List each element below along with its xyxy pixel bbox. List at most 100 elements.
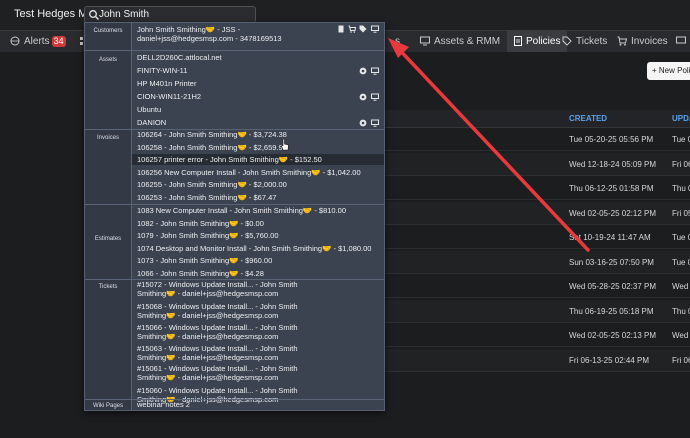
created-cell: Wed 05-28-25 02:37 PM [569, 282, 657, 291]
cart-icon [617, 36, 628, 46]
col-created[interactable]: CREATED [569, 114, 607, 123]
gear-icon[interactable] [359, 67, 367, 75]
nav-partial-label: s [395, 36, 400, 47]
document-icon [514, 36, 522, 46]
invoice-result[interactable]: 106257 printer error - John Smith Smithi… [137, 155, 322, 164]
mouse-cursor-icon [281, 139, 289, 151]
invoice-result[interactable]: 106253 - John Smith Smithing🤝 - $67.47 [137, 193, 276, 202]
ticket-result[interactable]: #15063 - Windows Update Install... - Joh… [137, 344, 327, 362]
search-box[interactable]: John Smith [84, 6, 256, 23]
gear-icon[interactable] [359, 119, 367, 127]
globe-icon [10, 36, 20, 46]
nav-partial-item[interactable]: s [395, 31, 400, 52]
nav-more-item[interactable] [676, 31, 690, 52]
created-cell: Thu 06-19-25 05:18 PM [569, 306, 654, 316]
policies-table-header: CREATED UPDA [380, 110, 690, 128]
nav-policies-label: Policies [526, 36, 561, 47]
asset-result[interactable]: FINITY-WIN-11 [137, 66, 187, 75]
nav-alerts[interactable]: Alerts 34 [10, 31, 66, 52]
ticket-result[interactable]: #15061 - Windows Update Install... - Joh… [137, 364, 327, 382]
invoice-result[interactable]: 106256 New Computer Install - John Smith… [137, 168, 361, 177]
monitor-icon[interactable] [371, 93, 379, 101]
invoice-result[interactable]: 106258 - John Smith Smithing🤝 - $2,659.9 [137, 143, 283, 152]
asset-result[interactable]: Ubuntu [137, 105, 161, 114]
new-policy-button[interactable]: + New Policy [647, 62, 690, 80]
table-row[interactable]: Tue 05-20-25 05:56 PM Tue 05 [380, 128, 690, 151]
monitor-icon [676, 36, 686, 44]
table-row[interactable]: Wed 02-05-25 02:12 PM Fri 05- [380, 201, 690, 225]
invoice-result[interactable]: 106264 - John Smith Smithing🤝 - $3,724.3… [137, 130, 287, 139]
monitor-icon [420, 36, 430, 46]
created-cell: Wed 02-05-25 02:12 PM [569, 208, 657, 218]
tag-icon[interactable] [359, 25, 367, 33]
estimate-result[interactable]: 1079 - John Smith Smithing🤝 - $5,760.00 [137, 231, 279, 240]
estimate-result[interactable]: 1074 Desktop and Monitor Install - John … [137, 244, 371, 253]
table-row[interactable]: Thu 06-19-25 05:18 PM Thu 06 [380, 299, 690, 323]
asset-result[interactable]: HP M401n Printer [137, 79, 196, 88]
created-cell: Sat 10-19-24 11:47 AM [569, 233, 651, 242]
wiki-page-result[interactable]: webinar notes 2 [137, 400, 190, 409]
table-row[interactable]: Wed 05-28-25 02:37 PM Wed 0 [380, 275, 690, 298]
monitor-icon[interactable] [371, 67, 379, 75]
nav-tickets[interactable]: Tickets [562, 31, 607, 52]
created-cell: Wed 12-18-24 05:09 PM [569, 159, 657, 169]
table-row[interactable]: Wed 02-05-25 02:13 PM Wed 0 [380, 324, 690, 347]
nav-alerts-label: Alerts [24, 36, 50, 47]
updated-cell: Tue 05 [672, 233, 690, 242]
gear-icon[interactable] [359, 93, 367, 101]
estimate-result[interactable]: 1073 - John Smith Smithing🤝 - $960.00 [137, 256, 272, 265]
updated-cell: Fri 05- [672, 208, 690, 218]
updated-cell: Tue 05 [672, 135, 690, 144]
customer-result[interactable]: John Smith Smithing🤝 - JSS - daniel+jss@… [137, 25, 327, 43]
nav-assets-rmm[interactable]: Assets & RMM [420, 31, 500, 52]
tag-icon [562, 36, 572, 46]
invoice-result[interactable]: 106255 - John Smith Smithing🤝 - $2,000.0… [137, 180, 287, 189]
asset-result[interactable]: DANION [137, 118, 166, 127]
nav-assets-label: Assets & RMM [434, 36, 501, 47]
section-label-column [85, 23, 132, 410]
monitor-icon[interactable] [371, 25, 379, 33]
section-label-estimates: Estimates [94, 236, 122, 242]
updated-cell: Tue 05 [672, 257, 690, 267]
col-updated[interactable]: UPDA [672, 114, 690, 123]
section-divider [85, 399, 384, 400]
asset-result[interactable]: DELL2D260C.attlocal.net [137, 53, 222, 62]
table-row[interactable]: Sat 10-19-24 11:47 AM Tue 05 [380, 226, 690, 249]
section-divider [85, 50, 384, 51]
created-cell: Thu 06-12-25 01:58 PM [569, 184, 654, 193]
section-label-customers: Customers [93, 28, 123, 34]
search-results-dropdown: Customers John Smith Smithing🤝 - JSS - da… [84, 22, 385, 411]
nav-tickets-label: Tickets [576, 36, 608, 47]
created-cell: Fri 06-13-25 02:44 PM [569, 355, 650, 365]
section-label-assets: Assets [98, 57, 117, 63]
cart-icon[interactable] [348, 25, 356, 33]
document-icon[interactable] [337, 25, 345, 33]
section-divider [85, 204, 384, 205]
updated-cell: Fri 06- [672, 159, 690, 169]
estimate-result[interactable]: 1082 - John Smith Smithing🤝 - $0.00 [137, 219, 264, 228]
nav-invoices[interactable]: Invoices [617, 31, 668, 52]
updated-cell: Fri 06 [672, 355, 690, 365]
created-cell: Sun 03-16-25 07:50 PM [569, 257, 654, 267]
ticket-result[interactable]: #15072 - Windows Update Install... - Joh… [137, 280, 327, 298]
estimate-result[interactable]: 1066 - John Smith Smithing🤝 - $4.28 [137, 269, 264, 278]
created-cell: Tue 05-20-25 05:56 PM [569, 135, 654, 144]
asset-result[interactable]: CION-WIN11-21H2 [137, 92, 201, 101]
ticket-result[interactable]: #15066 - Windows Update Install... - Joh… [137, 323, 327, 341]
table-row[interactable]: Thu 06-12-25 01:58 PM Thu 06 [380, 177, 690, 200]
section-label-invoices: Invoices [96, 135, 119, 141]
nav-invoices-label: Invoices [631, 36, 668, 47]
section-label-tickets: Tickets [98, 284, 118, 290]
updated-cell: Wed 0 [672, 331, 690, 340]
table-row[interactable]: Fri 06-13-25 02:44 PM Fri 06 [380, 348, 690, 372]
updated-cell: Wed 0 [672, 282, 690, 291]
updated-cell: Thu 06 [672, 306, 690, 316]
nav-policies[interactable]: Policies [507, 31, 568, 52]
created-cell: Wed 02-05-25 02:13 PM [569, 331, 657, 340]
monitor-icon[interactable] [371, 119, 379, 127]
estimate-result[interactable]: 1083 New Computer Install - John Smith S… [137, 206, 346, 215]
table-row[interactable]: Sun 03-16-25 07:50 PM Tue 05 [380, 250, 690, 274]
ticket-result[interactable]: #15068 - Windows Update Install... - Joh… [137, 302, 327, 320]
search-input[interactable]: John Smith [99, 9, 149, 20]
table-row[interactable]: Wed 12-18-24 05:09 PM Fri 06- [380, 152, 690, 176]
